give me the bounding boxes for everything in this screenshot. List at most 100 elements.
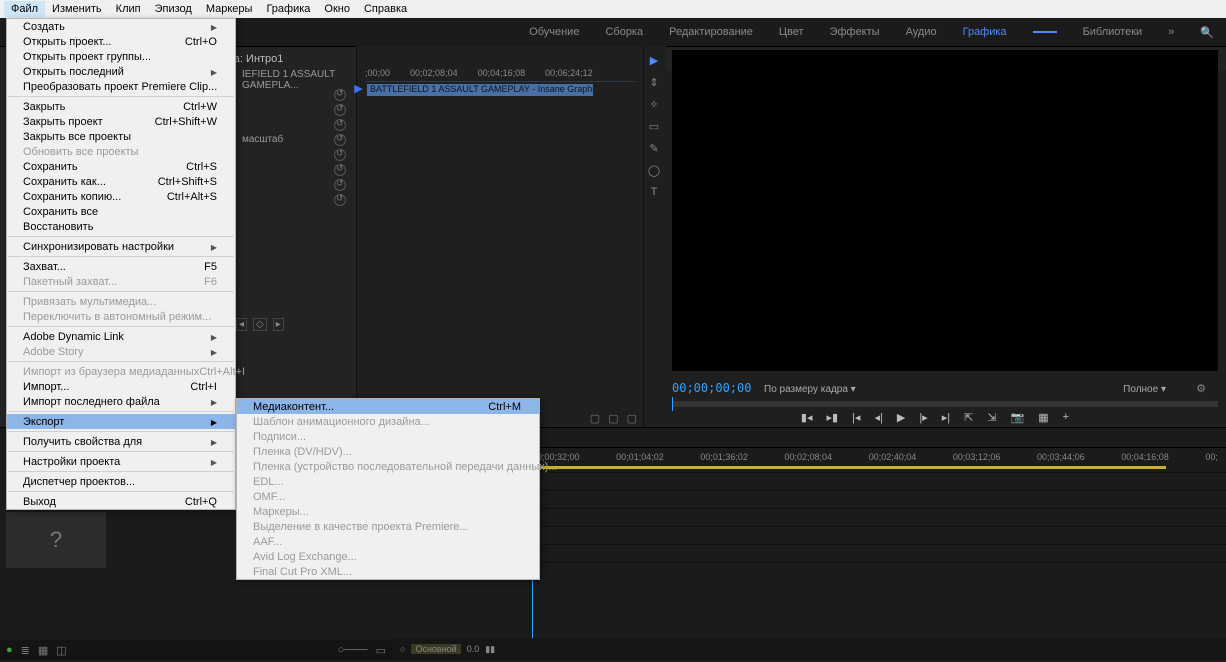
menu-item[interactable]: ЗакрытьCtrl+W: [7, 99, 235, 114]
selection-tool-icon[interactable]: ▶: [646, 52, 662, 68]
project-item[interactable]: ?: [6, 512, 106, 570]
ws-color[interactable]: Цвет: [779, 26, 804, 38]
menu-item[interactable]: Создать: [7, 19, 235, 34]
ellipse-tool-icon[interactable]: ◯: [646, 162, 662, 178]
go-start-icon[interactable]: |◂: [852, 411, 860, 424]
reset-icon[interactable]: [334, 119, 346, 131]
playhead-icon[interactable]: ▶: [357, 82, 365, 413]
ws-audio[interactable]: Аудио: [906, 26, 937, 38]
reset-icon[interactable]: [334, 104, 346, 116]
mini-tool-icon[interactable]: [627, 412, 637, 425]
safe-margins-icon[interactable]: ▦: [1038, 411, 1048, 424]
ws-overflow-icon[interactable]: »: [1168, 26, 1174, 38]
reset-icon[interactable]: [334, 134, 346, 146]
step-back-icon[interactable]: ◂|: [874, 411, 882, 424]
ws-learning[interactable]: Обучение: [529, 26, 579, 38]
menu-item[interactable]: Настройки проекта: [7, 454, 235, 469]
menu-item: Выделение в качестве проекта Premiere...: [237, 519, 539, 534]
ws-libraries[interactable]: Библиотеки: [1083, 26, 1143, 38]
ruler-tick: 00;01;04;02: [616, 452, 664, 466]
menu-item[interactable]: Экспорт: [7, 414, 235, 429]
menu-item[interactable]: Сохранить все: [7, 204, 235, 219]
button-editor-icon[interactable]: +: [1063, 411, 1069, 423]
menu-window[interactable]: Окно: [317, 1, 357, 17]
freeform-view-icon[interactable]: ◫: [56, 644, 66, 657]
ws-editing[interactable]: Редактирование: [669, 26, 753, 38]
mark-out-icon[interactable]: ▸▮: [826, 411, 838, 424]
new-bin-icon[interactable]: ▭: [376, 644, 386, 657]
keyframe-prev-icon[interactable]: ◂: [236, 318, 247, 331]
settings-icon[interactable]: ⚙: [1196, 382, 1206, 395]
reset-icon[interactable]: [334, 89, 346, 101]
menu-item[interactable]: Открыть проект...Ctrl+O: [7, 34, 235, 49]
menu-item[interactable]: Синхронизировать настройки: [7, 239, 235, 254]
menu-file[interactable]: Файл: [4, 1, 45, 17]
menu-item[interactable]: ВыходCtrl+Q: [7, 494, 235, 509]
export-submenu-dropdown: Медиаконтент...Ctrl+MШаблон анимационног…: [236, 398, 540, 580]
resolution-dropdown[interactable]: Полное: [1123, 384, 1166, 395]
menu-item[interactable]: Захват...F5: [7, 259, 235, 274]
export-frame-icon[interactable]: 📷: [1011, 411, 1025, 424]
vertical-text-tool-icon[interactable]: ⇕: [646, 74, 662, 90]
reset-icon[interactable]: [334, 164, 346, 176]
timeline-ruler[interactable]: 00;00;32;00 00;01;04;02 00;01;36;02 00;0…: [532, 452, 1218, 466]
menu-item: Пленка (устройство последовательной пере…: [237, 459, 539, 474]
mark-in-icon[interactable]: ▮◂: [801, 411, 813, 424]
menu-item[interactable]: Восстановить: [7, 219, 235, 234]
menu-item[interactable]: Adobe Dynamic Link: [7, 329, 235, 344]
menu-item[interactable]: Импорт последнего файла: [7, 394, 235, 409]
icon-view-icon[interactable]: ▦: [38, 644, 48, 657]
menu-item[interactable]: Сохранить как...Ctrl+Shift+S: [7, 174, 235, 189]
menu-item[interactable]: Преобразовать проект Premiere Clip...: [7, 79, 235, 94]
menu-graphics[interactable]: Графика: [259, 1, 317, 17]
reset-icon[interactable]: [334, 179, 346, 191]
fit-dropdown[interactable]: По размеру кадра: [764, 384, 856, 395]
menu-markers[interactable]: Маркеры: [199, 1, 260, 17]
menu-item[interactable]: Медиаконтент...Ctrl+M: [237, 399, 539, 414]
clip-name-label: IEFIELD 1 ASSAULT GAMEPLA...: [242, 69, 346, 91]
menu-item[interactable]: Закрыть все проекты: [7, 129, 235, 144]
menu-help[interactable]: Справка: [357, 1, 414, 17]
menu-item[interactable]: Сохранить копию...Ctrl+Alt+S: [7, 189, 235, 204]
ruler-tick: 00;02;40;04: [869, 452, 917, 466]
work-area-bar[interactable]: [532, 466, 1166, 469]
menu-edit[interactable]: Изменить: [45, 1, 109, 17]
menu-clip[interactable]: Клип: [109, 1, 148, 17]
menu-item[interactable]: Открыть проект группы...: [7, 49, 235, 64]
program-timecode[interactable]: 00;00;00;00: [672, 381, 751, 395]
mini-clip[interactable]: BATTLEFIELD 1 ASSAULT GAMEPLAY - Insane …: [367, 84, 593, 96]
list-view-icon[interactable]: ≣: [21, 644, 30, 657]
step-fwd-icon[interactable]: |▸: [919, 411, 927, 424]
menu-sequence[interactable]: Эпизод: [148, 1, 199, 17]
lift-icon[interactable]: ⇱: [964, 411, 973, 424]
ws-effects[interactable]: Эффекты: [830, 26, 880, 38]
ruler-tick: 00;02;08;04: [410, 68, 458, 81]
menu-item[interactable]: Открыть последний: [7, 64, 235, 79]
menu-item[interactable]: Диспетчер проектов...: [7, 474, 235, 489]
reset-icon[interactable]: [334, 194, 346, 206]
type-tool-icon[interactable]: T: [646, 184, 662, 200]
ws-graphics[interactable]: Графика: [963, 26, 1007, 38]
zoom-slider[interactable]: ○───: [338, 644, 368, 656]
mini-tool-icon[interactable]: [590, 412, 600, 425]
keyframe-next-icon[interactable]: ▸: [273, 318, 284, 331]
pen-tool-icon[interactable]: ✎: [646, 140, 662, 156]
menu-item[interactable]: Получить свойства для: [7, 434, 235, 449]
menu-item[interactable]: Импорт...Ctrl+I: [7, 379, 235, 394]
crop-tool-icon[interactable]: ✧: [646, 96, 662, 112]
ruler-tick: 00;03;12;06: [953, 452, 1001, 466]
extract-icon[interactable]: ⇲: [987, 411, 996, 424]
go-end-icon[interactable]: ▸|: [942, 411, 950, 424]
search-icon[interactable]: [1200, 26, 1214, 39]
reset-icon[interactable]: [334, 149, 346, 161]
rectangle-tool-icon[interactable]: ▭: [646, 118, 662, 134]
menu-item[interactable]: Закрыть проектCtrl+Shift+W: [7, 114, 235, 129]
mix-icon[interactable]: ○: [400, 644, 405, 654]
ws-assembly[interactable]: Сборка: [605, 26, 643, 38]
keyframe-add-icon[interactable]: ◇: [253, 318, 267, 331]
menu-item[interactable]: СохранитьCtrl+S: [7, 159, 235, 174]
program-viewport[interactable]: [672, 50, 1218, 371]
play-icon[interactable]: ▶: [897, 411, 905, 424]
program-monitor-panel: ▶ ⇕ ✧ ▭ ✎ ◯ T Программа: Интро1 00;00;00…: [644, 46, 1226, 427]
mini-tool-icon[interactable]: [608, 412, 618, 425]
